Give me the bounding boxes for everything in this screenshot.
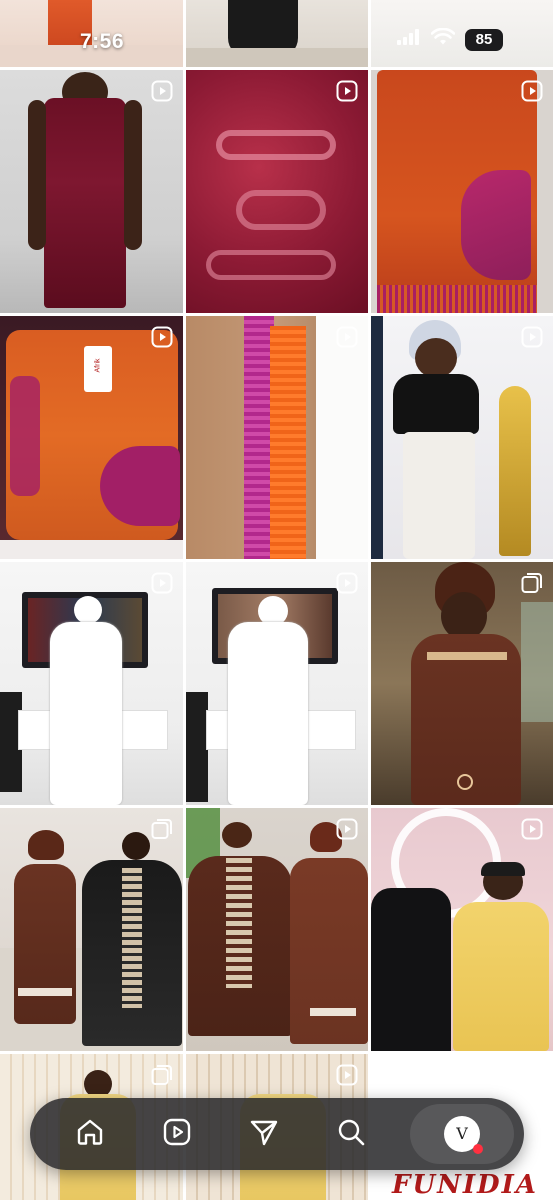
- reel-icon: [336, 80, 358, 102]
- post-tile[interactable]: [0, 562, 183, 805]
- post-tile[interactable]: [186, 562, 368, 805]
- post-tile[interactable]: Afrik: [0, 316, 183, 559]
- avatar[interactable]: V: [444, 1116, 483, 1154]
- status-indicators: 85: [397, 27, 503, 51]
- bottom-navigation-bar: V: [30, 1098, 524, 1170]
- reel-icon: [336, 326, 358, 348]
- post-tile[interactable]: [186, 70, 368, 313]
- reel-icon: [151, 572, 173, 594]
- profile-tab[interactable]: V: [410, 1104, 514, 1164]
- profile-post-grid: Afrik: [0, 0, 553, 1200]
- reel-icon: [336, 818, 358, 840]
- post-tile[interactable]: [186, 0, 368, 67]
- post-tile[interactable]: [186, 808, 368, 1051]
- status-time: 7:56: [80, 30, 125, 53]
- messages-icon: [249, 1117, 279, 1152]
- post-tile[interactable]: [0, 70, 183, 313]
- reels-icon: [162, 1117, 192, 1152]
- reel-icon: [521, 326, 543, 348]
- post-tile[interactable]: [186, 316, 368, 559]
- carousel-icon: [151, 1064, 173, 1086]
- post-tile[interactable]: [371, 70, 553, 313]
- carousel-icon: [151, 818, 173, 840]
- reel-icon: [151, 326, 173, 348]
- carousel-icon: [521, 572, 543, 594]
- post-tile[interactable]: [371, 316, 553, 559]
- home-button[interactable]: [62, 1106, 118, 1162]
- messages-button[interactable]: [236, 1106, 292, 1162]
- battery-indicator: 85: [465, 28, 503, 51]
- wifi-icon: [430, 27, 456, 51]
- reel-icon: [336, 1064, 358, 1086]
- reel-icon: [336, 572, 358, 594]
- search-button[interactable]: [323, 1106, 379, 1162]
- post-tile[interactable]: [0, 808, 183, 1051]
- notification-dot: [473, 1144, 483, 1154]
- reel-icon: [521, 818, 543, 840]
- post-tile[interactable]: [371, 808, 553, 1051]
- reel-icon: [151, 80, 173, 102]
- post-tile[interactable]: [371, 562, 553, 805]
- signal-icon: [397, 29, 421, 50]
- reel-icon: [521, 80, 543, 102]
- search-icon: [336, 1117, 366, 1152]
- reels-button[interactable]: [149, 1106, 205, 1162]
- brand-text: FUNIDIA: [392, 1170, 538, 1200]
- price-tag-label: Afrik: [94, 358, 102, 373]
- home-icon: [75, 1117, 105, 1152]
- avatar-logo: V: [456, 1124, 468, 1143]
